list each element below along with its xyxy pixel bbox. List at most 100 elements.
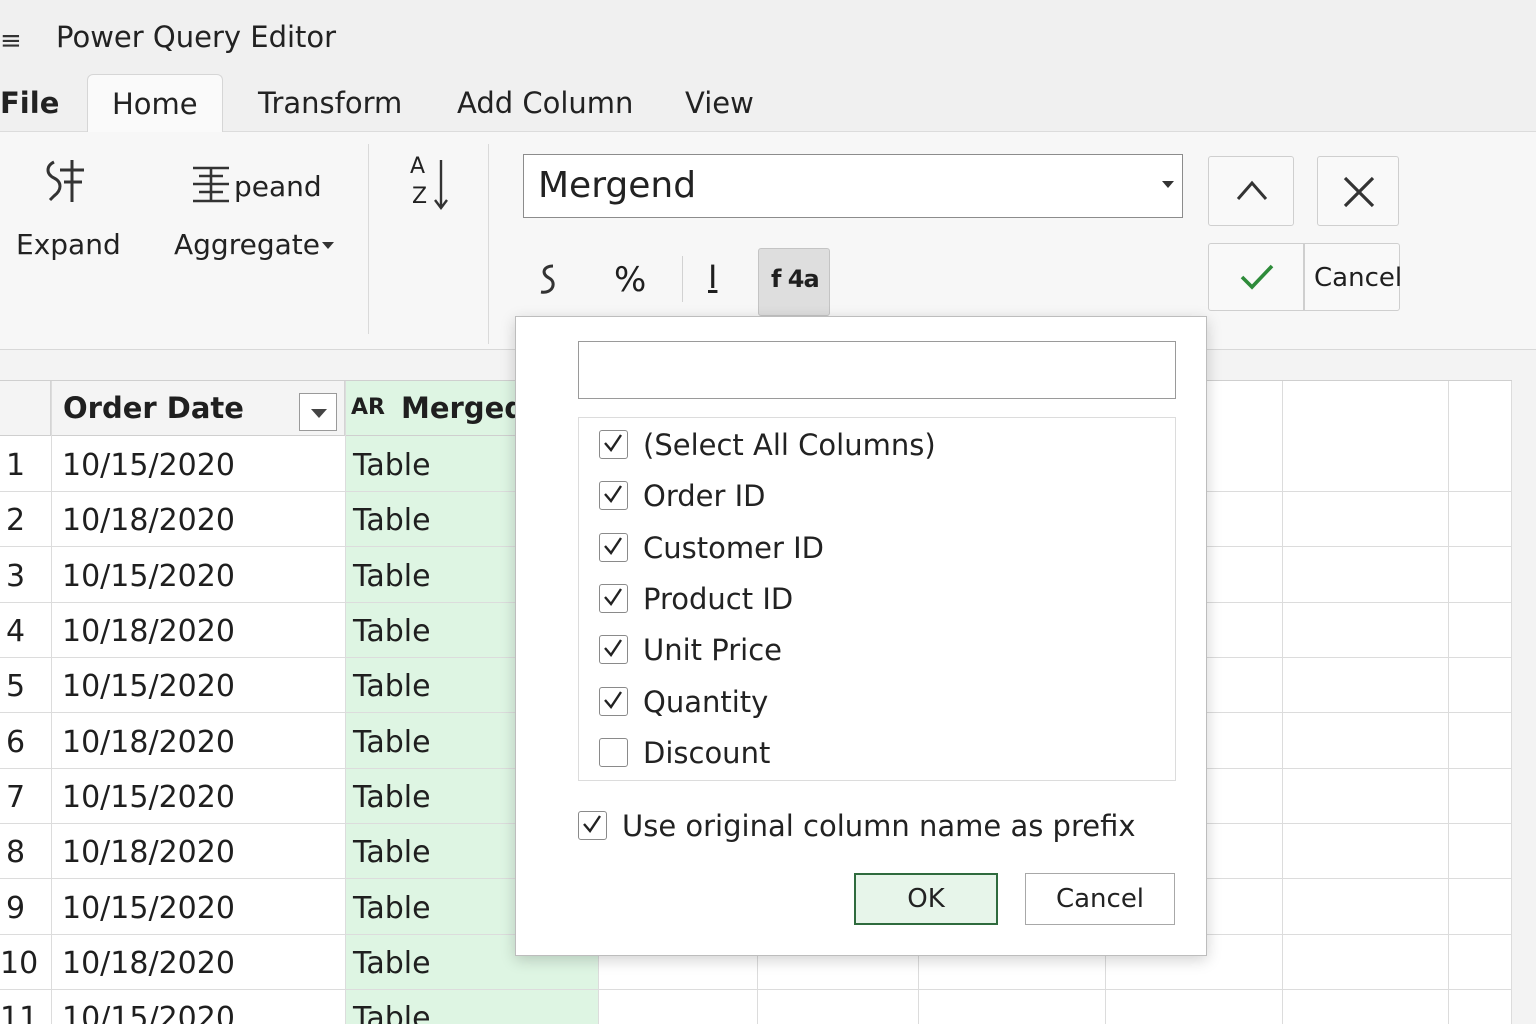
column-header-label: Merged xyxy=(401,391,526,425)
order-date-cell[interactable]: 10/15/2020 xyxy=(62,549,235,604)
column-name-combo[interactable]: Mergend xyxy=(523,154,1183,218)
checkmark-icon xyxy=(604,485,622,503)
expand-button[interactable]: Expand xyxy=(10,150,121,270)
cancel-button[interactable]: Cancel xyxy=(1025,873,1175,925)
tab-file[interactable]: File xyxy=(0,74,59,132)
filter-dropdown-button[interactable] xyxy=(299,393,337,431)
row-number: 4 xyxy=(6,614,26,649)
column-header-order-date[interactable]: Order Date xyxy=(51,381,345,436)
order-date-cell[interactable]: 10/15/2020 xyxy=(62,659,235,714)
insert-function-button[interactable]: f 4a xyxy=(758,248,830,316)
option-label: (Select All Columns) xyxy=(643,428,936,462)
merged-cell[interactable]: Table xyxy=(353,770,431,825)
sort-arrow-icon xyxy=(434,160,448,210)
ok-button[interactable]: OK xyxy=(854,873,998,925)
close-button[interactable] xyxy=(1317,156,1399,226)
text-button[interactable]: I xyxy=(688,248,758,312)
order-date-cell[interactable]: 10/18/2020 xyxy=(62,715,235,770)
option-label: Quantity xyxy=(643,685,769,719)
aggregate-label: Aggregate xyxy=(174,228,320,261)
formula-cancel-label: Cancel xyxy=(1314,263,1403,293)
sort-icon-bottom: Z xyxy=(412,184,428,209)
dropdown-arrow-icon[interactable] xyxy=(1162,181,1174,188)
tab-view[interactable]: View xyxy=(685,74,754,132)
merged-cell[interactable]: Table xyxy=(353,715,431,770)
ribbon-divider xyxy=(488,144,489,344)
confirm-button[interactable] xyxy=(1208,243,1304,311)
checkbox-checked[interactable] xyxy=(599,584,628,613)
merged-cell[interactable]: Table xyxy=(353,825,431,880)
close-icon xyxy=(1343,176,1375,208)
grid-line xyxy=(1282,381,1283,1024)
formula-cancel-button[interactable]: Cancel xyxy=(1304,243,1403,311)
order-date-cell[interactable]: 10/18/2020 xyxy=(62,825,235,880)
row-number: 1 xyxy=(6,448,26,483)
checkmark-icon xyxy=(1240,264,1274,290)
row-number: 11 xyxy=(0,1001,39,1024)
order-date-cell[interactable]: 10/18/2020 xyxy=(62,493,235,548)
move-up-button[interactable] xyxy=(1208,156,1294,226)
chevron-down-icon xyxy=(311,409,327,418)
column-search-input[interactable] xyxy=(578,341,1176,399)
column-header-label: Order Date xyxy=(63,391,244,425)
aggregate-button[interactable]: peand Aggregate xyxy=(170,150,350,270)
merged-cell[interactable]: Table xyxy=(353,438,431,493)
title-bar: ≡ Power Query Editor xyxy=(0,0,1536,78)
tab-transform[interactable]: Transform xyxy=(258,74,402,132)
percent-icon: % xyxy=(614,260,647,300)
checkbox-checked[interactable] xyxy=(599,430,628,459)
order-date-cell[interactable]: 10/15/2020 xyxy=(62,881,235,936)
chevron-down-icon xyxy=(322,242,334,249)
checkbox-checked[interactable] xyxy=(599,635,628,664)
merged-cell[interactable]: Table xyxy=(353,493,431,548)
checkbox-checked[interactable] xyxy=(599,533,628,562)
row-number: 2 xyxy=(6,503,26,538)
insert-function-icon: f 4a xyxy=(771,265,820,293)
merged-cell[interactable]: Table xyxy=(353,604,431,659)
checkbox-checked[interactable] xyxy=(599,481,628,510)
sort-button[interactable]: A Z xyxy=(400,152,460,222)
grid-line xyxy=(345,381,346,1024)
aggregate-icon xyxy=(193,166,229,203)
checkmark-icon xyxy=(583,815,601,833)
percent-button[interactable]: % xyxy=(598,248,668,312)
option-label: Order ID xyxy=(643,479,766,513)
prefix-label: Use original column name as prefix xyxy=(622,809,1136,843)
checkmark-icon xyxy=(604,639,622,657)
merged-cell[interactable]: Table xyxy=(353,936,431,991)
function-icon xyxy=(540,264,555,294)
column-list: (Select All Columns) Order ID Customer I… xyxy=(578,417,1176,781)
checkbox-checked[interactable] xyxy=(599,687,628,716)
checkmark-icon xyxy=(604,537,622,555)
chevron-up-icon xyxy=(1236,180,1268,200)
window-title: Power Query Editor xyxy=(56,20,337,54)
order-date-cell[interactable]: 10/15/2020 xyxy=(62,770,235,825)
menu-icon[interactable]: ≡ xyxy=(0,26,22,56)
expand-columns-dialog: (Select All Columns) Order ID Customer I… xyxy=(515,316,1207,956)
option-label: Discount xyxy=(643,736,771,770)
merged-cell[interactable]: Table xyxy=(353,659,431,714)
order-date-cell[interactable]: 10/15/2020 xyxy=(62,991,235,1024)
table-type-icon: AR xyxy=(351,395,385,420)
text-cursor-icon: I xyxy=(708,258,718,296)
checkbox-checked[interactable] xyxy=(578,811,607,840)
checkmark-icon xyxy=(604,588,622,606)
grid-line xyxy=(1448,381,1449,1024)
tab-home[interactable]: Home xyxy=(87,74,223,133)
expand-icon xyxy=(46,160,84,202)
merged-cell[interactable]: Table xyxy=(353,881,431,936)
option-label: Customer ID xyxy=(643,531,824,565)
ribbon-divider xyxy=(368,144,369,334)
tab-add-column[interactable]: Add Column xyxy=(457,74,633,132)
checkmark-icon xyxy=(604,691,622,709)
checkbox-unchecked[interactable] xyxy=(599,738,628,767)
merged-cell[interactable]: Table xyxy=(353,549,431,604)
row-number: 6 xyxy=(6,725,26,760)
merged-cell[interactable]: Table xyxy=(353,991,431,1024)
row-number: 7 xyxy=(6,780,26,815)
order-date-cell[interactable]: 10/18/2020 xyxy=(62,604,235,659)
function-button[interactable] xyxy=(515,248,585,312)
order-date-cell[interactable]: 10/15/2020 xyxy=(62,438,235,493)
order-date-cell[interactable]: 10/18/2020 xyxy=(62,936,235,991)
grid-line xyxy=(51,381,52,1024)
